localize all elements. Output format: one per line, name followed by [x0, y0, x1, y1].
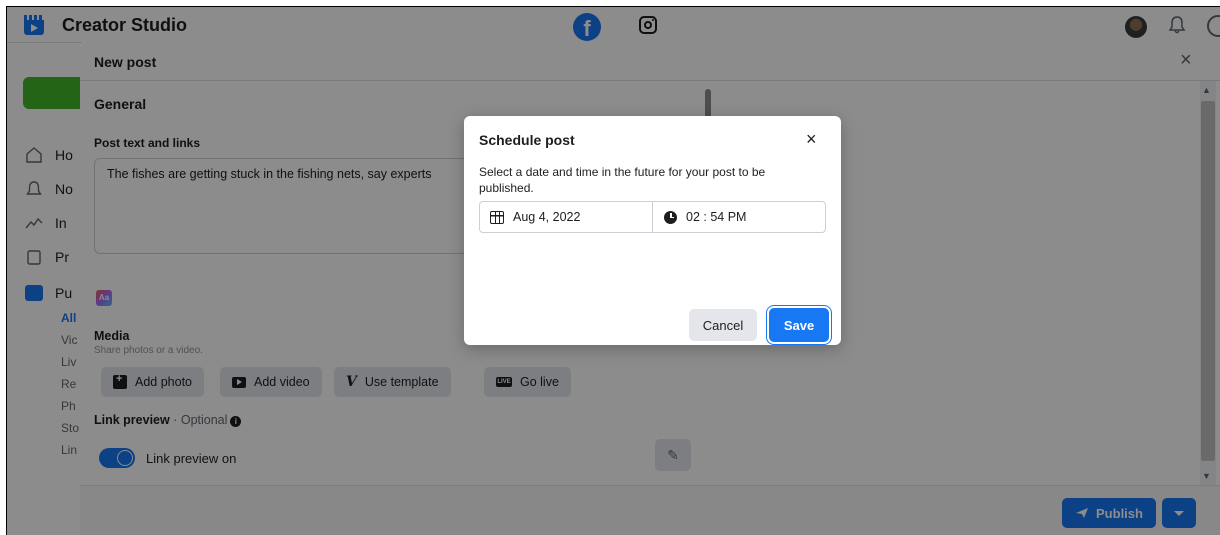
time-value: 02 : 54 PM	[686, 210, 747, 224]
date-input[interactable]: Aug 4, 2022	[480, 202, 653, 232]
schedule-post-dialog: Schedule post × Select a date and time i…	[464, 116, 841, 345]
date-value: Aug 4, 2022	[513, 210, 581, 224]
close-icon[interactable]: ×	[806, 129, 817, 150]
dialog-description: Select a date and time in the future for…	[479, 165, 766, 195]
clock-icon	[664, 210, 677, 224]
datetime-picker: Aug 4, 2022 02 : 54 PM	[479, 201, 826, 233]
time-input[interactable]: 02 : 54 PM	[653, 202, 825, 232]
cancel-button[interactable]: Cancel	[689, 309, 757, 341]
calendar-icon	[490, 210, 504, 224]
dialog-title: Schedule post	[479, 132, 575, 148]
save-button[interactable]: Save	[769, 308, 829, 342]
app-frame: Creator Studio f Ho No In Pr Pu All Vic …	[6, 6, 1220, 535]
